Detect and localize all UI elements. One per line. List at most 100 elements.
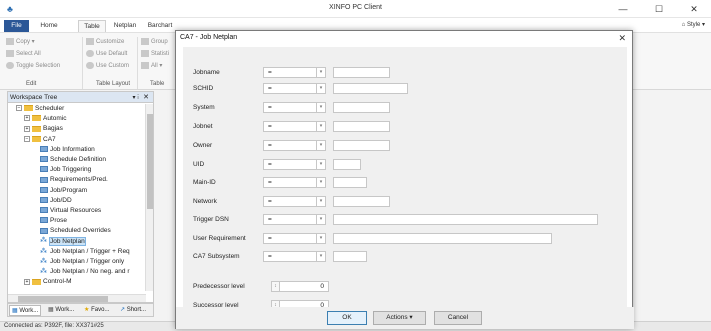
tree-node[interactable]: − CA7 [24,135,56,144]
chevron-down-icon[interactable]: ▾ [316,84,325,93]
tree-node-label: Bagjas [43,125,63,133]
value-input[interactable] [333,140,390,151]
tree-node[interactable]: − Scheduler [16,104,64,113]
tree-node[interactable]: + Control-M [24,277,72,286]
chevron-down-icon[interactable]: ▾ [316,234,325,243]
operator-select[interactable]: = ▾ [263,214,326,225]
tree-node[interactable]: Schedule Definition [40,155,106,164]
tab-file[interactable]: File [4,20,29,32]
tree-node[interactable]: Job/DD [40,196,72,205]
tree-node[interactable]: ⁂ Job Netplan / Trigger + Req [40,247,130,256]
tab-home[interactable]: Home [34,20,64,32]
chevron-down-icon[interactable]: ▾ [316,103,325,112]
value-input[interactable] [333,196,390,207]
close-icon[interactable]: ✕ [618,33,626,44]
operator-select[interactable]: = ▾ [263,83,326,94]
field-label: SCHID [193,85,214,92]
bottom-tab-work-1[interactable]: ▦ Work... [9,305,42,316]
netplan-icon: ⁂ [40,267,47,275]
minimize-button[interactable]: — [611,2,635,16]
value-input[interactable] [333,251,367,262]
tree-node[interactable]: Scheduled Overrides [40,226,111,235]
all-button[interactable]: All ▾ [141,61,162,71]
spinner-icon[interactable]: ↕ [272,282,280,291]
chevron-down-icon[interactable]: ▾ [316,215,325,224]
tree-node[interactable]: + Bagjas [24,124,63,133]
chevron-down-icon[interactable]: ▾ [316,68,325,77]
tab-table[interactable]: Table [78,20,106,32]
tree-vertical-scrollbar[interactable] [145,104,153,291]
close-window-button[interactable]: ✕ [682,2,706,16]
chevron-down-icon[interactable]: ▾ [316,122,325,131]
collapse-icon[interactable]: − [16,105,22,112]
operator-select[interactable]: = ▾ [263,102,326,113]
chevron-down-icon[interactable]: ▾ [316,141,325,150]
scroll-thumb[interactable] [18,296,108,302]
table-icon [40,186,48,193]
customize-button[interactable]: Customize [86,37,124,47]
tab-barchart[interactable]: Barchart [144,20,176,32]
bottom-tab-favorites[interactable]: ★ Favo... [82,305,111,316]
value-input[interactable] [333,214,598,225]
expand-icon[interactable]: + [24,125,30,132]
operator-select[interactable]: = ▾ [263,251,326,262]
tree-node[interactable]: Virtual Resources [40,206,101,215]
select-all-button[interactable]: Select All [6,49,41,59]
level-label: Predecessor level [193,283,245,290]
collapse-icon[interactable]: − [24,135,30,142]
copy-button[interactable]: Copy ▾ [6,37,35,47]
toggle-selection-button[interactable]: Toggle Selection [6,61,60,71]
value-input[interactable] [333,67,390,78]
bottom-tab-label: Work... [19,308,39,314]
tree-node[interactable]: Job/Program [40,186,87,195]
use-default-label: Use Default [96,51,128,57]
close-icon[interactable]: ✕ [143,93,149,101]
status-text: Connected as: P392F, file: XX371#25 [4,323,104,329]
tab-netplan[interactable]: Netplan [110,20,140,32]
chevron-down-icon[interactable]: ▾ [316,197,325,206]
tree-node[interactable]: Prose [40,216,67,225]
statistics-button[interactable]: Statisti [141,49,169,59]
operator-select[interactable]: = ▾ [263,121,326,132]
actions-button[interactable]: Actions ▾ [373,311,426,325]
chevron-down-icon[interactable]: ▾ [316,252,325,261]
tree-node[interactable]: ⁂ Job Netplan / Trigger only [40,257,124,266]
style-menu[interactable]: ⌂ Style ▾ [682,21,705,28]
operator-select[interactable]: = ▾ [263,177,326,188]
value-input[interactable] [333,233,552,244]
bottom-tab-shortcuts[interactable]: ↗ Short... [118,305,148,316]
operator-select[interactable]: = ▾ [263,233,326,244]
bottom-tab-work-2[interactable]: ▦ Work... [46,305,76,316]
operator-select[interactable]: = ▾ [263,159,326,170]
cancel-button[interactable]: Cancel [434,311,482,325]
operator-select[interactable]: = ▾ [263,67,326,78]
use-custom-button[interactable]: Use Custom [86,61,129,71]
expand-icon[interactable]: + [24,115,30,122]
use-default-button[interactable]: Use Default [86,49,127,59]
pin-icon[interactable]: ▾ ⵂ [133,94,139,101]
level-stepper[interactable]: ↕ 0 [271,281,329,292]
chevron-down-icon[interactable]: ▾ [316,178,325,187]
ok-button[interactable]: OK [327,311,367,325]
tree-node[interactable]: ⁂ Job Netplan [40,236,86,246]
tree-horizontal-scrollbar[interactable] [8,294,146,302]
group-button[interactable]: Group [141,37,168,47]
scroll-thumb[interactable] [147,114,153,209]
value-input[interactable] [333,159,361,170]
chevron-down-icon[interactable]: ▾ [316,160,325,169]
maximize-button[interactable]: ☐ [647,2,671,16]
expand-icon[interactable]: + [24,278,30,285]
value-input[interactable] [333,83,408,94]
dialog-title: CA7 - Job Netplan [180,34,238,41]
operator-select[interactable]: = ▾ [263,196,326,207]
tree-node[interactable]: Job Information [40,145,95,154]
tree-node[interactable]: Requirements/Pred. [40,175,108,184]
tree-node[interactable]: ⁂ Job Netplan / No neg. and r [40,267,130,276]
tree-node[interactable]: Job Triggering [40,165,91,174]
value-input[interactable] [333,177,367,188]
value-input[interactable] [333,121,390,132]
value-input[interactable] [333,102,390,113]
operator-select[interactable]: = ▾ [263,140,326,151]
ribbon-separator [82,37,83,89]
tree-node[interactable]: + Automic [24,114,66,123]
